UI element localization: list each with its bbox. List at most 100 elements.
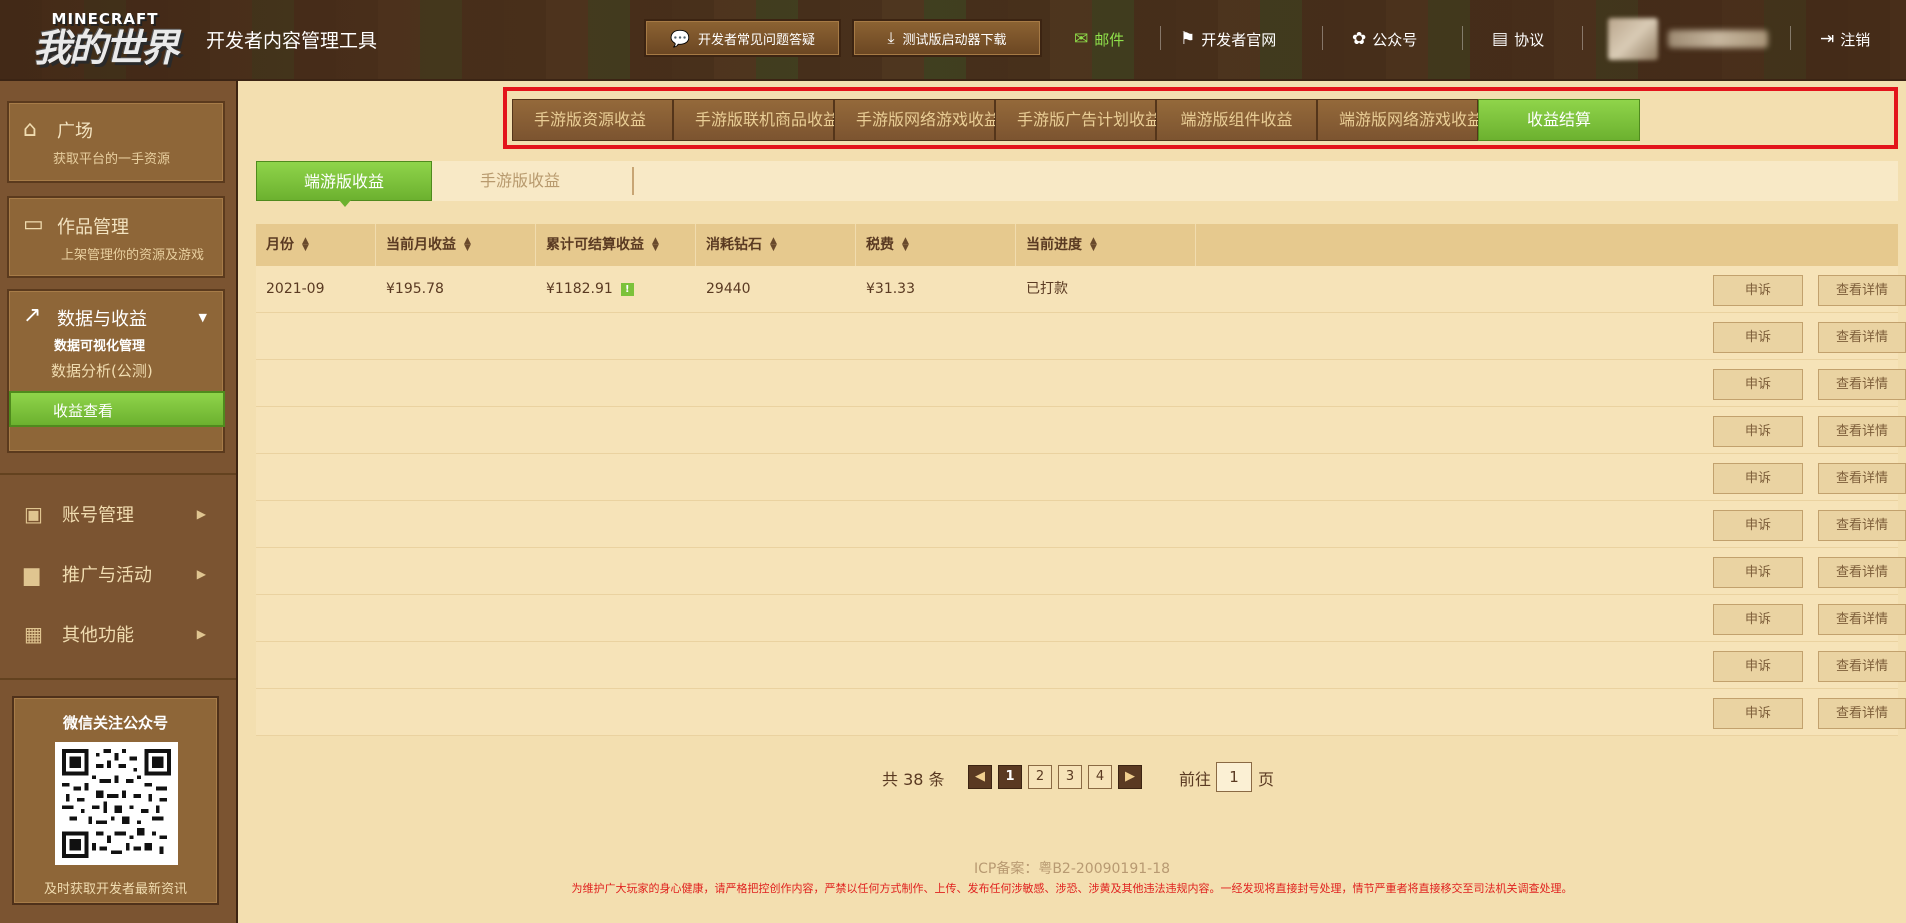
column-progress-label: 当前进度 bbox=[1026, 237, 1082, 253]
sort-icon[interactable]: ▲ ▼ bbox=[464, 237, 471, 253]
logo-cn: 我的世界 bbox=[32, 26, 179, 70]
icp-record: ICP备案：粤B2-20090191-18 bbox=[973, 861, 1171, 877]
view-detail-button[interactable]: 查看详情 bbox=[1818, 416, 1906, 447]
signboard-icon: ▆ bbox=[24, 562, 40, 586]
view-detail-button[interactable]: 查看详情 bbox=[1818, 557, 1906, 588]
logout-label: 注销 bbox=[1840, 30, 1871, 49]
column-diamonds[interactable]: 消耗钻石 ▲ ▼ bbox=[696, 224, 856, 266]
tab-mobile-resource[interactable]: 手游版资源收益 bbox=[512, 99, 673, 141]
sort-icon[interactable]: ▲ ▼ bbox=[302, 237, 309, 253]
sub-tab-divider bbox=[632, 167, 634, 195]
view-detail-button[interactable]: 查看详情 bbox=[1818, 651, 1906, 682]
sort-icon[interactable]: ▲ ▼ bbox=[770, 237, 777, 253]
sort-icon[interactable]: ▲ ▼ bbox=[652, 237, 659, 253]
view-detail-button[interactable]: 查看详情 bbox=[1818, 510, 1906, 541]
agreement-link[interactable]: ▤ 协议 bbox=[1492, 26, 1544, 52]
plaza-subtitle: 获取平台的一手资源 bbox=[53, 152, 171, 167]
prev-page-button[interactable]: ◀ bbox=[968, 765, 992, 789]
sidebar-item-account[interactable]: ▣ 账号管理 ▶ bbox=[0, 486, 236, 542]
appeal-button[interactable]: 申诉 bbox=[1713, 510, 1803, 541]
page-button-3[interactable]: 3 bbox=[1058, 765, 1082, 789]
flag-icon: ⚑ bbox=[1180, 29, 1196, 49]
tab-mobile-network-game[interactable]: 手游版网络游戏收益 bbox=[834, 99, 1000, 141]
official-site-link[interactable]: ⚑ 开发者官网 bbox=[1180, 26, 1276, 52]
top-header: MINECRAFT 我的世界 开发者内容管理工具 💬 开发者常见问题答疑 ⤓ 测… bbox=[0, 0, 1906, 81]
appeal-button[interactable]: 申诉 bbox=[1713, 651, 1803, 682]
column-tax[interactable]: 税费 ▲ ▼ bbox=[856, 224, 1016, 266]
appeal-button[interactable]: 申诉 bbox=[1713, 322, 1803, 353]
wechat-subtitle: 及时获取开发者最新资讯 bbox=[43, 882, 187, 897]
table-header: 月份 ▲ ▼ 当前月收益 ▲ ▼ 累计可结算收益 ▲ ▼ 消耗钻石 ▲ ▼ 税费 ▲ ▼ 当前进度 ▲… bbox=[256, 224, 1898, 266]
header-separator bbox=[1582, 26, 1583, 50]
column-cumulative[interactable]: 累计可结算收益 ▲ ▼ bbox=[536, 224, 696, 266]
table-row: 申诉 查看详情 bbox=[256, 501, 1906, 548]
logout-link[interactable]: ⇥ 注销 bbox=[1820, 26, 1870, 52]
column-current-revenue[interactable]: 当前月收益 ▲ ▼ bbox=[376, 224, 536, 266]
tab-mobile-revenue[interactable]: 手游版收益 bbox=[432, 161, 608, 201]
tab-pc-component[interactable]: 端游版组件收益 bbox=[1156, 99, 1317, 141]
column-progress[interactable]: 当前进度 ▲ ▼ bbox=[1016, 224, 1196, 266]
column-diamonds-label: 消耗钻石 bbox=[706, 237, 762, 253]
page-button-1[interactable]: 1 bbox=[998, 765, 1022, 789]
wechat-title: 微信关注公众号 bbox=[62, 714, 168, 732]
chevron-right-icon: ▶ bbox=[196, 507, 206, 521]
download-launcher-button[interactable]: ⤓ 测试版启动器下载 bbox=[852, 19, 1042, 57]
appeal-button[interactable]: 申诉 bbox=[1713, 557, 1803, 588]
appeal-button[interactable]: 申诉 bbox=[1713, 604, 1803, 635]
page-button-2[interactable]: 2 bbox=[1028, 765, 1052, 789]
logout-icon: ⇥ bbox=[1820, 29, 1835, 49]
cell-tax: ¥31.33 bbox=[866, 281, 915, 297]
faq-button[interactable]: 💬 开发者常见问题答疑 bbox=[644, 19, 841, 57]
revenue-table: 月份 ▲ ▼ 当前月收益 ▲ ▼ 累计可结算收益 ▲ ▼ 消耗钻石 ▲ ▼ 税费 ▲ ▼ 当前进度 ▲… bbox=[256, 224, 1906, 736]
table-row: 申诉 查看详情 bbox=[256, 360, 1906, 407]
view-detail-button[interactable]: 查看详情 bbox=[1818, 275, 1906, 306]
sidebar-item-revenue-view[interactable]: 收益查看 bbox=[9, 391, 225, 427]
cell-month: 2021-09 bbox=[266, 281, 325, 297]
column-cumulative-label: 累计可结算收益 bbox=[546, 237, 644, 253]
page-unit-label: 页 bbox=[1258, 770, 1275, 789]
mail-icon: ✉ bbox=[1074, 29, 1089, 49]
view-detail-button[interactable]: 查看详情 bbox=[1818, 322, 1906, 353]
wechat-account-link[interactable]: ✿ 公众号 bbox=[1352, 26, 1417, 52]
sidebar-item-data-analysis[interactable]: 数据分析(公测) bbox=[9, 353, 223, 389]
cell-cumulative-value: ¥1182.91 bbox=[546, 281, 613, 297]
column-month-label: 月份 bbox=[266, 237, 294, 253]
agreement-label: 协议 bbox=[1514, 30, 1545, 49]
mail-link[interactable]: ✉ 邮件 bbox=[1074, 26, 1124, 52]
sort-icon[interactable]: ▲ ▼ bbox=[902, 237, 909, 253]
sort-icon[interactable]: ▲ ▼ bbox=[1090, 237, 1097, 253]
info-icon[interactable]: ! bbox=[620, 282, 634, 296]
appeal-button[interactable]: 申诉 bbox=[1713, 416, 1803, 447]
view-detail-button[interactable]: 查看详情 bbox=[1818, 604, 1906, 635]
tab-mobile-ads[interactable]: 手游版广告计划收益 bbox=[995, 99, 1161, 141]
view-detail-button[interactable]: 查看详情 bbox=[1818, 463, 1906, 494]
tab-settlement[interactable]: 收益结算 bbox=[1478, 99, 1640, 141]
tab-pc-revenue[interactable]: 端游版收益 bbox=[256, 161, 432, 207]
appeal-button[interactable]: 申诉 bbox=[1713, 275, 1803, 306]
sidebar-item-works[interactable]: ▭ 作品管理 上架管理你的资源及游戏 bbox=[7, 196, 225, 278]
sidebar-item-plaza[interactable]: ⌂ 广场 获取平台的一手资源 bbox=[7, 101, 225, 183]
view-detail-button[interactable]: 查看详情 bbox=[1818, 698, 1906, 729]
appeal-button[interactable]: 申诉 bbox=[1713, 463, 1803, 494]
tab-mobile-online-goods[interactable]: 手游版联机商品收益 bbox=[673, 99, 839, 141]
document-icon: ▤ bbox=[1492, 29, 1509, 49]
sidebar: ⌂ 广场 获取平台的一手资源 ▭ 作品管理 上架管理你的资源及游戏 ↗ 数据与收… bbox=[0, 81, 238, 923]
table-row: 申诉 查看详情 bbox=[256, 407, 1906, 454]
username bbox=[1668, 30, 1768, 48]
goto-page-input[interactable] bbox=[1216, 762, 1252, 792]
pagination-total: 共 38 条 bbox=[882, 770, 945, 789]
column-month[interactable]: 月份 ▲ ▼ bbox=[256, 224, 376, 266]
sidebar-item-data-revenue[interactable]: ↗ 数据与收益 ▼ 数据可视化管理 数据分析(公测) 收益查看 bbox=[7, 289, 225, 453]
minecraft-logo[interactable]: MINECRAFT 我的世界 bbox=[20, 6, 190, 72]
avatar[interactable] bbox=[1608, 18, 1658, 60]
appeal-button[interactable]: 申诉 bbox=[1713, 698, 1803, 729]
wechat-follow-box: 微信关注公众号 及时获取开发者最新资讯 bbox=[12, 696, 219, 905]
next-page-button[interactable]: ▶ bbox=[1118, 765, 1142, 789]
tab-pc-network-game[interactable]: 端游版网络游戏收益 bbox=[1317, 99, 1483, 141]
page-button-4[interactable]: 4 bbox=[1088, 765, 1112, 789]
sidebar-item-other[interactable]: ▦ 其他功能 ▶ bbox=[0, 606, 236, 662]
sidebar-item-promotion[interactable]: ▆ 推广与活动 ▶ bbox=[0, 546, 236, 602]
wechat-account-label: 公众号 bbox=[1372, 30, 1418, 49]
view-detail-button[interactable]: 查看详情 bbox=[1818, 369, 1906, 400]
appeal-button[interactable]: 申诉 bbox=[1713, 369, 1803, 400]
